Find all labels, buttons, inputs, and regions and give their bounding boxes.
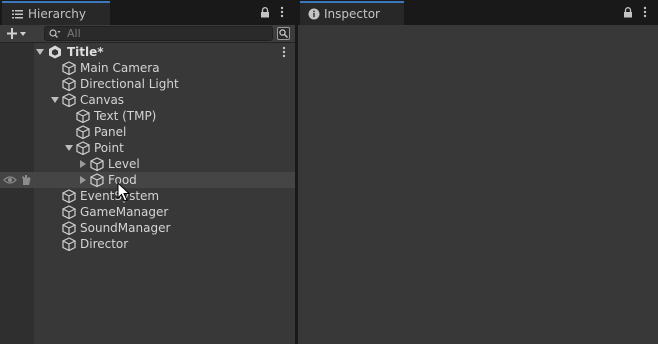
lock-icon[interactable] [260, 7, 270, 18]
tab-bar: Hierarchy Inspector [0, 0, 658, 26]
info-icon [308, 8, 320, 20]
more-vertical-icon[interactable] [282, 46, 286, 58]
scene-visibility-icon[interactable] [277, 27, 290, 40]
item-label: GameManager [80, 205, 169, 219]
gameobject-cube-icon [62, 93, 76, 107]
expand-arrow-icon[interactable] [35, 47, 45, 57]
scene-row[interactable]: Title* [0, 44, 295, 60]
add-icon[interactable] [7, 28, 29, 40]
gameobject-cube-icon [76, 109, 90, 123]
gameobject-cube-icon [62, 221, 76, 235]
list-icon [12, 10, 23, 19]
gameobject-cube-icon [62, 61, 76, 75]
tab-inspector-label: Inspector [324, 7, 380, 21]
tab-hierarchy[interactable]: Hierarchy [2, 1, 110, 25]
gameobject-cube-icon [76, 125, 90, 139]
gameobject-cube-icon [62, 77, 76, 91]
item-label: Point [94, 141, 124, 155]
list-item[interactable]: SoundManager [0, 220, 295, 236]
gameobject-cube-icon [90, 173, 104, 187]
more-vertical-icon[interactable] [643, 6, 647, 18]
list-item[interactable]: Level [0, 156, 295, 172]
gameobject-cube-icon [62, 237, 76, 251]
item-label: SoundManager [80, 221, 171, 235]
item-label: Canvas [80, 93, 125, 107]
collapse-arrow-icon[interactable] [78, 175, 88, 185]
item-label: Panel [94, 125, 127, 139]
expand-arrow-icon[interactable] [64, 143, 74, 153]
gameobject-cube-icon [62, 189, 76, 203]
list-item[interactable]: Text (TMP) [0, 108, 295, 124]
item-label: Director [80, 237, 129, 251]
hierarchy-tree: Title* Main Camera Directional Light Can… [0, 43, 295, 344]
collapse-arrow-icon[interactable] [78, 159, 88, 169]
mouse-cursor-icon [117, 182, 131, 202]
item-label: Level [108, 157, 140, 171]
gameobject-cube-icon [76, 141, 90, 155]
lock-icon[interactable] [623, 7, 633, 18]
list-item[interactable]: Main Camera [0, 60, 295, 76]
hierarchy-toolbar: All [0, 25, 295, 43]
list-item[interactable]: EventSystem [0, 188, 295, 204]
list-item[interactable]: GameManager [0, 204, 295, 220]
tab-inspector[interactable]: Inspector [300, 1, 404, 25]
search-input[interactable]: All [44, 26, 273, 41]
pick-hand-icon[interactable] [20, 174, 32, 186]
gameobject-cube-icon [90, 157, 104, 171]
inspector-panel [298, 25, 658, 344]
list-item[interactable]: Food [0, 172, 295, 188]
tab-hierarchy-label: Hierarchy [28, 7, 87, 21]
item-label: Directional Light [80, 77, 179, 91]
list-item[interactable]: Director [0, 236, 295, 252]
list-item[interactable]: Directional Light [0, 76, 295, 92]
more-vertical-icon[interactable] [280, 6, 284, 18]
eye-icon[interactable] [3, 175, 17, 185]
list-item[interactable]: Panel [0, 124, 295, 140]
gameobject-cube-icon [62, 205, 76, 219]
unity-scene-icon [49, 45, 61, 59]
item-label: Main Camera [80, 61, 160, 75]
scene-name: Title* [67, 45, 104, 59]
list-item[interactable]: Point [0, 140, 295, 156]
expand-arrow-icon[interactable] [50, 95, 60, 105]
search-placeholder: All [67, 27, 81, 40]
search-icon [49, 28, 61, 38]
hierarchy-panel: All Title* Main Camera Directional Light… [0, 25, 295, 344]
list-item[interactable]: Canvas [0, 92, 295, 108]
item-label: Text (TMP) [94, 109, 157, 123]
